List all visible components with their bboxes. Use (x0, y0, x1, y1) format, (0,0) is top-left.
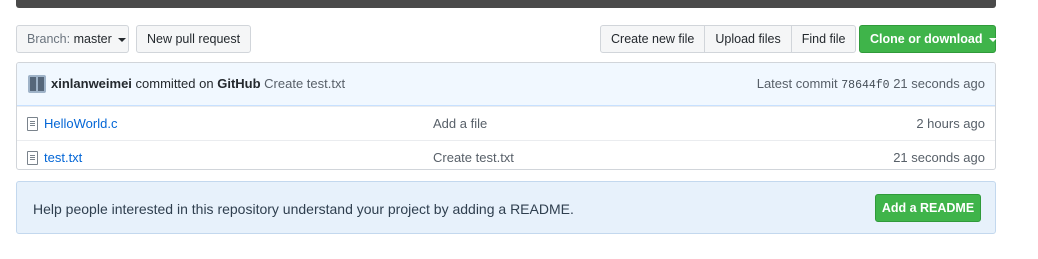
commit-sha[interactable]: 78644f0 (841, 79, 889, 92)
file-icon (27, 151, 38, 165)
file-actions-group: Create new file Upload files Find file (600, 25, 857, 53)
branch-prefix: Branch: (27, 32, 71, 46)
file-list: xinlanweimei committed on GitHub Create … (16, 62, 996, 170)
latest-commit-bar: xinlanweimei committed on GitHub Create … (17, 63, 995, 106)
file-commit-message[interactable]: Add a file (433, 116, 487, 131)
chevron-down-icon (988, 37, 997, 42)
chevron-down-icon (118, 37, 127, 42)
file-age: 2 hours ago (916, 116, 985, 131)
file-name-link[interactable]: HelloWorld.c (44, 116, 117, 131)
upload-files-button[interactable]: Upload files (704, 25, 792, 53)
file-row: HelloWorld.c Add a file 2 hours ago (17, 106, 995, 140)
file-icon (27, 117, 38, 131)
commit-platform: GitHub (217, 76, 261, 91)
new-pull-request-button[interactable]: New pull request (136, 25, 251, 53)
committed-on-text: committed on (135, 76, 214, 91)
readme-prompt: Help people interested in this repositor… (16, 181, 996, 234)
top-bar (16, 0, 996, 8)
find-file-button[interactable]: Find file (790, 25, 857, 53)
file-commit-message[interactable]: Create test.txt (433, 150, 514, 165)
readme-prompt-text: Help people interested in this repositor… (33, 201, 574, 217)
file-name-link[interactable]: test.txt (44, 150, 82, 165)
file-age: 21 seconds ago (893, 150, 985, 165)
clone-or-download-button[interactable]: Clone or download (859, 25, 997, 53)
commit-message[interactable]: Create test.txt (264, 76, 345, 91)
branch-select-button[interactable]: Branch: master (16, 25, 129, 53)
file-row: test.txt Create test.txt 21 seconds ago (17, 140, 995, 169)
commit-author[interactable]: xinlanweimei (51, 76, 132, 91)
create-new-file-button[interactable]: Create new file (600, 25, 706, 53)
latest-commit-label: Latest commit (756, 76, 838, 91)
avatar[interactable] (28, 75, 46, 93)
add-readme-button[interactable]: Add a README (875, 194, 981, 222)
clone-label: Clone or download (870, 32, 983, 46)
branch-name: master (73, 32, 112, 46)
commit-time: 21 seconds ago (893, 76, 985, 91)
